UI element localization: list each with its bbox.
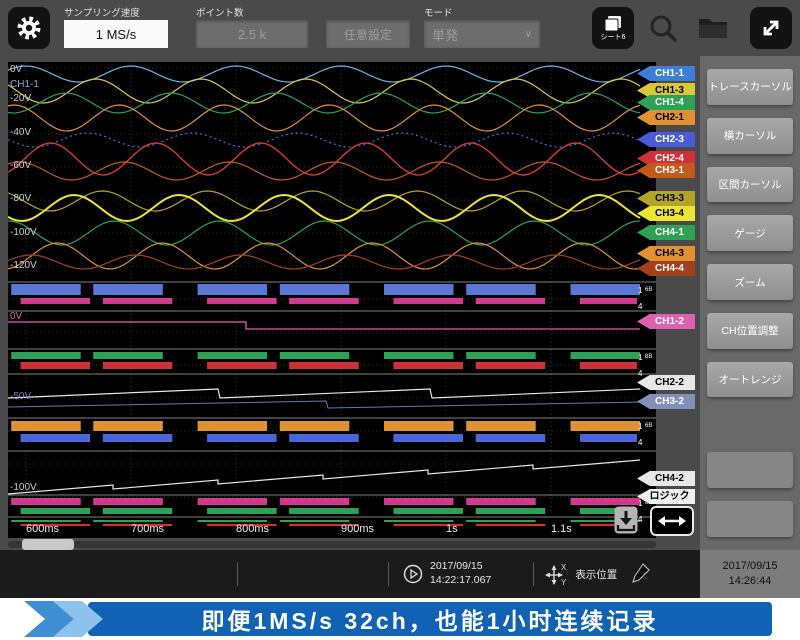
separator [237, 562, 238, 586]
svg-text:-60V: -60V [10, 160, 31, 171]
folder-button[interactable] [692, 7, 734, 49]
mode-value: 単発 [432, 25, 458, 44]
sampling-rate-label: サンプリング速度 [64, 7, 168, 20]
trigger-date: 2017/09/15 [430, 560, 491, 574]
sidebar-button-empty-9 [707, 501, 793, 537]
svg-text:900ms: 900ms [341, 523, 375, 535]
horizontal-scrollbar[interactable] [8, 541, 656, 548]
scrollbar-handle[interactable] [22, 539, 74, 550]
trigger-time: 14:22:17.067 [430, 574, 491, 588]
clock: 2017/09/15 14:26:44 [700, 550, 800, 598]
main-area: 0V CH1-1 -20V -40V -60V -80V -100V -120V 0V -50V -… [0, 56, 800, 550]
clock-time: 14:26:44 [729, 574, 772, 589]
chevron-down-icon: ∨ [525, 29, 532, 40]
horizontal-scroll-button[interactable] [650, 506, 694, 536]
search-icon [647, 12, 679, 44]
svg-text:4: 4 [638, 515, 643, 524]
waveform-display[interactable]: 0V CH1-1 -20V -40V -60V -80V -100V -120V 0V -50V -… [8, 62, 656, 538]
svg-text:-50V: -50V [10, 391, 31, 402]
svg-text:-100V: -100V [10, 227, 37, 238]
trigger-timestamp: 2017/09/15 14:22:17.067 [430, 560, 491, 587]
svg-text:8B: 8B [645, 354, 652, 360]
svg-text:4: 4 [638, 369, 643, 378]
sidebar-button-empty-8 [707, 452, 793, 488]
svg-text:1: 1 [638, 286, 643, 295]
recorder-screen: サンプリング速度 1 MS/s ポイント数 2.5 k 任意設定 モード 単発 … [0, 0, 800, 640]
down-arrow-button[interactable] [614, 506, 638, 534]
svg-text:CH1-1: CH1-1 [10, 79, 39, 90]
svg-text:-100V: -100V [10, 482, 37, 493]
sidebar-button-3[interactable]: 区間カーソル [707, 167, 793, 203]
svg-text:600ms: 600ms [26, 523, 60, 535]
sidebar: トレースカーソル横カーソル区間カーソルゲージズーム CH位置調整オートレンジ [700, 56, 800, 550]
separator [388, 562, 389, 586]
mode-field: モード 単発 ∨ [424, 7, 540, 48]
svg-text:4: 4 [638, 302, 643, 311]
svg-text:-40V: -40V [10, 127, 31, 138]
gear-icon [16, 15, 42, 41]
mode-label: モード [424, 7, 540, 20]
fullscreen-button[interactable] [750, 7, 792, 49]
sidebar-button-6[interactable]: CH位置調整 [707, 313, 793, 349]
clock-date: 2017/09/15 [722, 559, 777, 574]
banner-text: 即便1MS/s 32ch，也能1小时连续记录 [88, 602, 772, 636]
svg-text:700ms: 700ms [131, 523, 165, 535]
svg-text:0V: 0V [10, 64, 23, 75]
svg-text:0V: 0V [10, 311, 23, 322]
svg-text:-20V: -20V [10, 93, 31, 104]
svg-text:-80V: -80V [10, 193, 31, 204]
sidebar-button-7[interactable]: オートレンジ [707, 362, 793, 398]
svg-text:6B: 6B [645, 287, 652, 293]
svg-text:1: 1 [638, 353, 643, 362]
position-label: 表示位置 [575, 567, 617, 582]
sheet-button[interactable]: シート6 [592, 7, 634, 49]
svg-text:Y: Y [561, 578, 567, 586]
svg-text:1.1s: 1.1s [551, 523, 572, 535]
xy-position-icon: X Y [544, 562, 570, 586]
sidebar-button-1[interactable]: トレースカーソル [707, 69, 793, 105]
point-count-value: 2.5 k [196, 20, 308, 48]
svg-text:-120V: -120V [10, 260, 37, 271]
promo-banner: 即便1MS/s 32ch，也能1小时连续记录 [0, 598, 800, 640]
sampling-rate-value[interactable]: 1 MS/s [64, 20, 168, 48]
down-arrow-icon [614, 506, 638, 534]
svg-text:1s: 1s [446, 523, 458, 535]
left-right-arrow-icon [657, 513, 687, 529]
mode-select[interactable]: 単発 ∨ [424, 20, 540, 48]
expand-icon [758, 15, 784, 41]
point-count-field: ポイント数 2.5 k [196, 7, 308, 48]
separator [533, 562, 534, 586]
point-count-label: ポイント数 [196, 7, 308, 20]
trigger-play-icon [403, 564, 423, 584]
folder-icon [697, 15, 729, 41]
status-bar: 2017/09/15 14:22:17.067 X Y 表示位置 [0, 550, 700, 598]
svg-text:800ms: 800ms [236, 523, 270, 535]
waveform-area: 0V CH1-1 -20V -40V -60V -80V -100V -120V 0V -50V -… [0, 56, 700, 550]
sidebar-button-5[interactable]: ズーム [707, 264, 793, 300]
pen-icon[interactable] [631, 562, 651, 586]
svg-text:X: X [561, 563, 567, 572]
svg-text:6B: 6B [645, 423, 652, 429]
sidebar-button-4[interactable]: ゲージ [707, 215, 793, 251]
search-button[interactable] [642, 7, 684, 49]
sidebar-button-2[interactable]: 横カーソル [707, 118, 793, 154]
sheets-icon [602, 15, 624, 34]
toolbar: サンプリング速度 1 MS/s ポイント数 2.5 k 任意設定 モード 単発 … [0, 0, 800, 56]
svg-text:1: 1 [638, 422, 643, 431]
sheet-label: シート6 [601, 34, 626, 42]
sampling-rate-field: サンプリング速度 1 MS/s [64, 7, 168, 48]
svg-text:4: 4 [638, 438, 643, 447]
settings-button[interactable] [8, 7, 50, 49]
status-row: 2017/09/15 14:22:17.067 X Y 表示位置 2017/09… [0, 550, 800, 598]
arbitrary-setting-button[interactable]: 任意設定 [326, 20, 410, 48]
svg-text:1: 1 [638, 499, 643, 508]
